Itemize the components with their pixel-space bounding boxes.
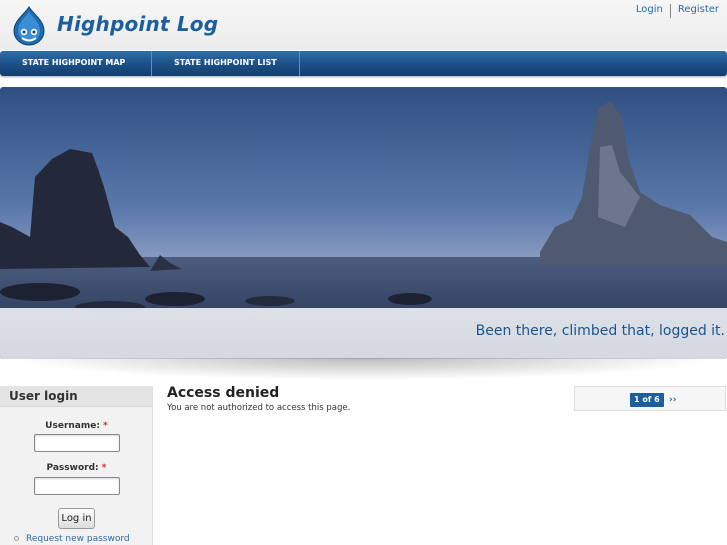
request-password-link[interactable]: Request new password	[26, 534, 130, 544]
drupal-drop-icon[interactable]	[11, 6, 47, 46]
user-login-block: User login Username: * Password: * Log i…	[0, 386, 153, 545]
username-label: Username: *	[0, 421, 153, 431]
list-bullet-icon	[14, 536, 19, 541]
register-link[interactable]: Register	[678, 4, 719, 18]
username-field[interactable]	[34, 434, 120, 452]
pager-count: 1 of 6	[630, 393, 664, 407]
username-label-text: Username:	[45, 421, 100, 431]
slogan-band: Been there, climbed that, logged it.	[0, 308, 727, 359]
site-slogan: Been there, climbed that, logged it.	[475, 323, 725, 339]
slideshow-pager: 1 of 6 ››	[574, 386, 726, 411]
access-denied-message: You are not authorized to access this pa…	[167, 403, 351, 413]
password-field[interactable]	[34, 477, 120, 495]
nav-item-state-highpoint-list[interactable]: STATE HIGHPOINT LIST	[152, 51, 300, 76]
pager-next-button[interactable]: ››	[669, 393, 676, 407]
banner-shadow	[10, 358, 717, 380]
login-link[interactable]: Login	[636, 4, 663, 18]
password-label-text: Password:	[46, 463, 99, 473]
primary-nav: STATE HIGHPOINT MAP STATE HIGHPOINT LIST	[0, 51, 727, 76]
block-title: User login	[0, 386, 152, 407]
link-separator	[669, 4, 671, 18]
page: Highpoint Log Login Register STATE HIGHP…	[0, 0, 727, 545]
nav-item-state-highpoint-map[interactable]: STATE HIGHPOINT MAP	[0, 51, 152, 76]
page-title: Access denied	[167, 385, 280, 401]
request-password-item: Request new password	[14, 534, 130, 544]
banner-image: Been there, climbed that, logged it.	[0, 87, 727, 359]
site-name-link[interactable]: Highpoint Log	[57, 12, 218, 36]
required-marker: *	[101, 463, 107, 473]
user-links: Login Register	[636, 4, 719, 18]
login-button[interactable]: Log in	[58, 508, 95, 529]
required-marker: *	[103, 421, 108, 431]
site-header: Highpoint Log Login Register	[0, 0, 727, 50]
password-label: Password: *	[0, 463, 153, 473]
